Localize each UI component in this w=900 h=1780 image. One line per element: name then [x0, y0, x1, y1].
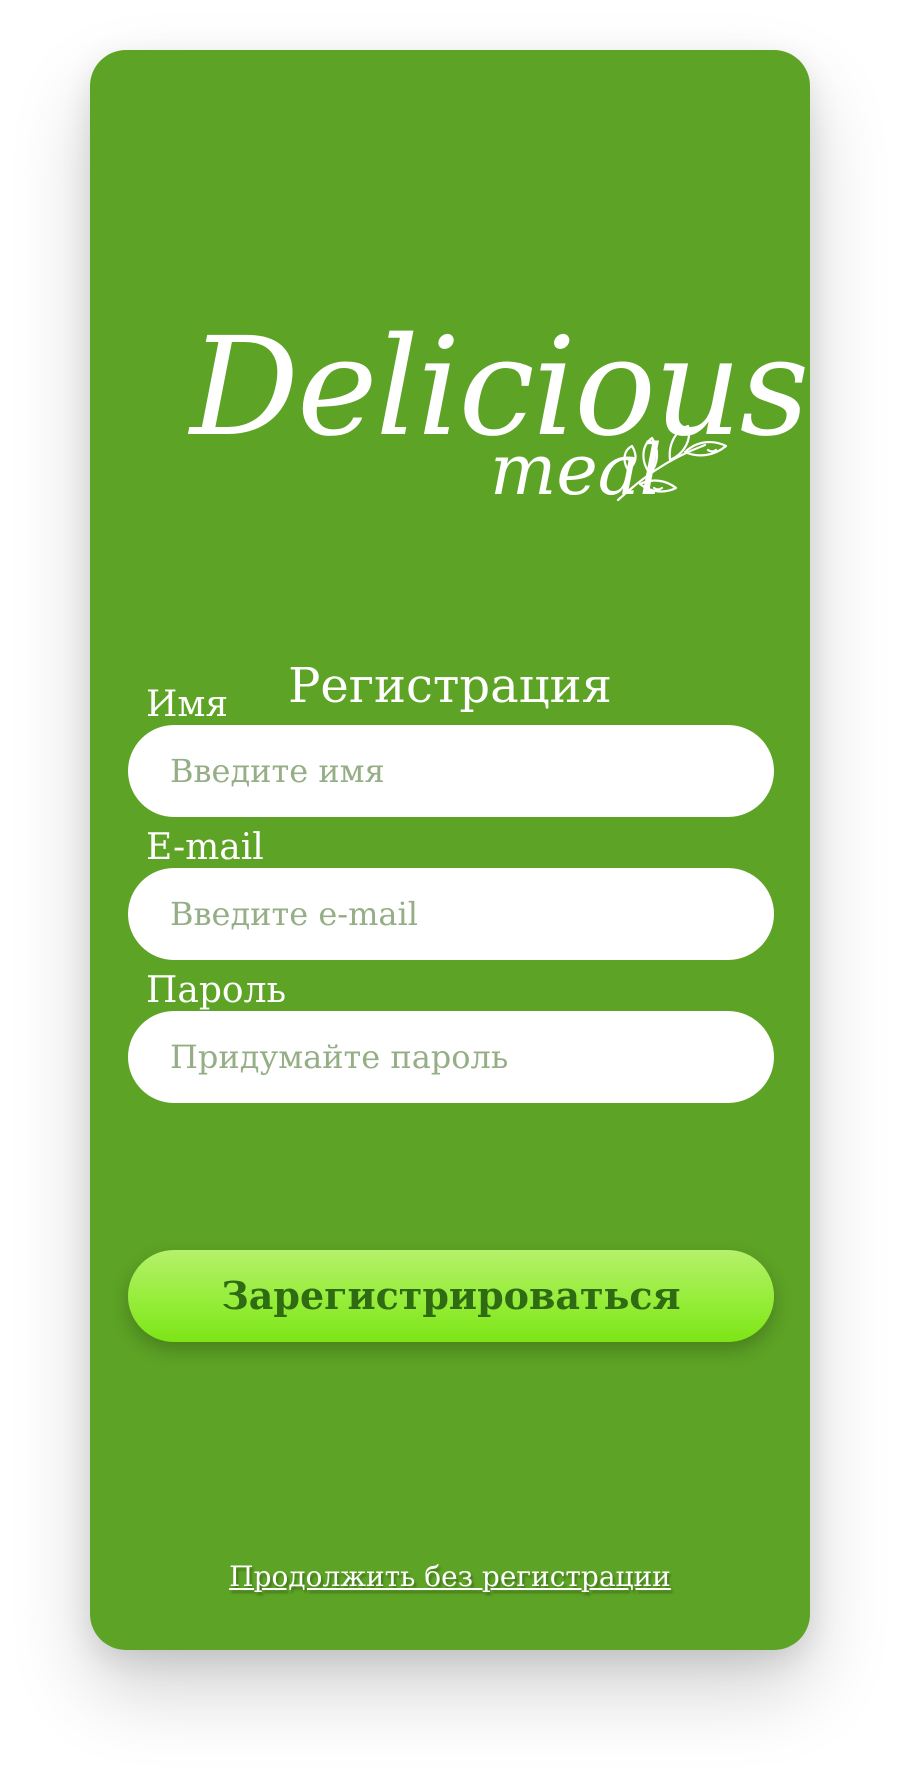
- email-input[interactable]: [168, 894, 734, 934]
- continue-without-registration-link[interactable]: Продолжить без регистрации: [90, 1560, 810, 1593]
- email-label: E-mail: [146, 827, 264, 868]
- register-button[interactable]: Зарегистрироваться: [128, 1250, 774, 1342]
- leaf-sprig-icon: [616, 424, 728, 502]
- password-label: Пароль: [146, 970, 287, 1011]
- email-field[interactable]: [128, 868, 774, 960]
- registration-card: Delicious meal Регистрация Имя E-mail Па…: [90, 50, 810, 1650]
- name-input[interactable]: [168, 751, 734, 791]
- password-input[interactable]: [168, 1037, 734, 1077]
- password-field[interactable]: [128, 1011, 774, 1103]
- name-field[interactable]: [128, 725, 774, 817]
- name-label: Имя: [146, 684, 229, 725]
